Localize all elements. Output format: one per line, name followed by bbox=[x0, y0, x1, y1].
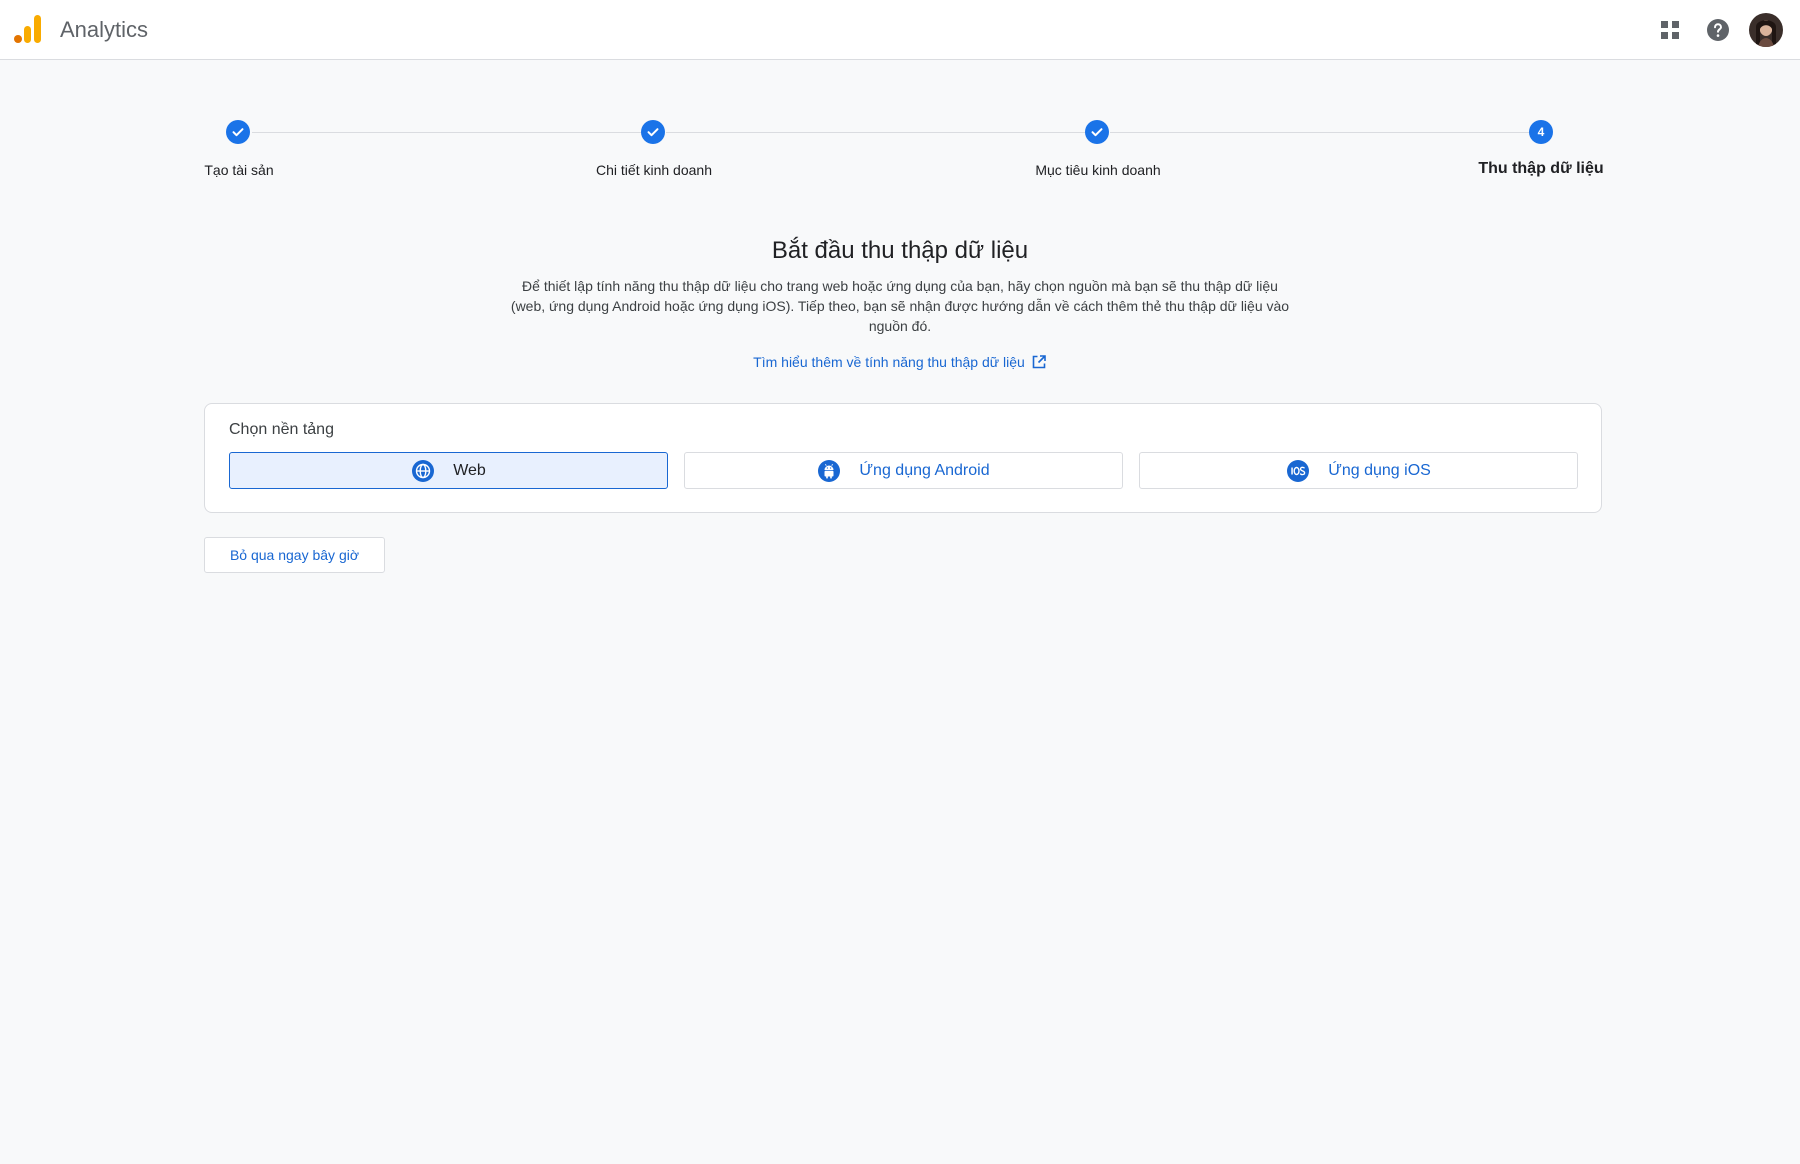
platform-selection-card: Chọn nền tảng Web Ứng dụng Android Ứng d… bbox=[204, 403, 1602, 513]
step-2-check-icon bbox=[641, 120, 665, 144]
stepper-connector bbox=[666, 132, 1096, 133]
app-name: Analytics bbox=[60, 17, 149, 42]
avatar-image-icon bbox=[1749, 13, 1783, 47]
top-bar: Analytics bbox=[0, 0, 1800, 60]
step-3-check-icon bbox=[1085, 120, 1109, 144]
learn-more-link[interactable]: Tìm hiểu thêm về tính năng thu thập dữ l… bbox=[0, 352, 1800, 372]
platform-ios-label: Ứng dụng iOS bbox=[1328, 461, 1431, 479]
skip-button[interactable]: Bỏ qua ngay bây giờ bbox=[204, 537, 385, 573]
step-label-business-objectives: Mục tiêu kinh doanh bbox=[1035, 162, 1161, 178]
platform-web-label: Web bbox=[453, 461, 486, 479]
page-description: Để thiết lập tính năng thu thập dữ liệu … bbox=[510, 278, 1290, 334]
stepper-connector bbox=[252, 132, 652, 133]
page-title: Bắt đầu thu thập dữ liệu bbox=[771, 237, 1029, 264]
platform-android-button[interactable]: Ứng dụng Android bbox=[684, 452, 1123, 489]
avatar[interactable] bbox=[1749, 13, 1783, 47]
apps-grid-icon[interactable] bbox=[1658, 18, 1682, 42]
step-label-create-property: Tạo tài sản bbox=[204, 162, 274, 178]
platform-label: Chọn nền tảng bbox=[229, 421, 334, 438]
globe-icon bbox=[412, 459, 435, 482]
learn-more-link-text: Tìm hiểu thêm về tính năng thu thập dữ l… bbox=[753, 354, 1025, 370]
platform-web-button[interactable]: Web bbox=[229, 452, 668, 489]
platform-ios-button[interactable]: Ứng dụng iOS bbox=[1139, 452, 1578, 489]
stepper-connector bbox=[1110, 132, 1539, 133]
ios-icon bbox=[1287, 459, 1310, 482]
analytics-logo-icon[interactable] bbox=[14, 14, 42, 44]
step-1-check-icon bbox=[226, 120, 250, 144]
step-label-business-details: Chi tiết kinh doanh bbox=[596, 162, 712, 178]
platform-android-label: Ứng dụng Android bbox=[859, 461, 990, 479]
external-link-icon bbox=[1032, 355, 1046, 369]
step-label-data-collection: Thu thập dữ liệu bbox=[1478, 160, 1604, 177]
android-icon bbox=[818, 459, 841, 482]
help-icon[interactable] bbox=[1706, 18, 1730, 42]
step-4-number: 4 bbox=[1529, 120, 1553, 144]
